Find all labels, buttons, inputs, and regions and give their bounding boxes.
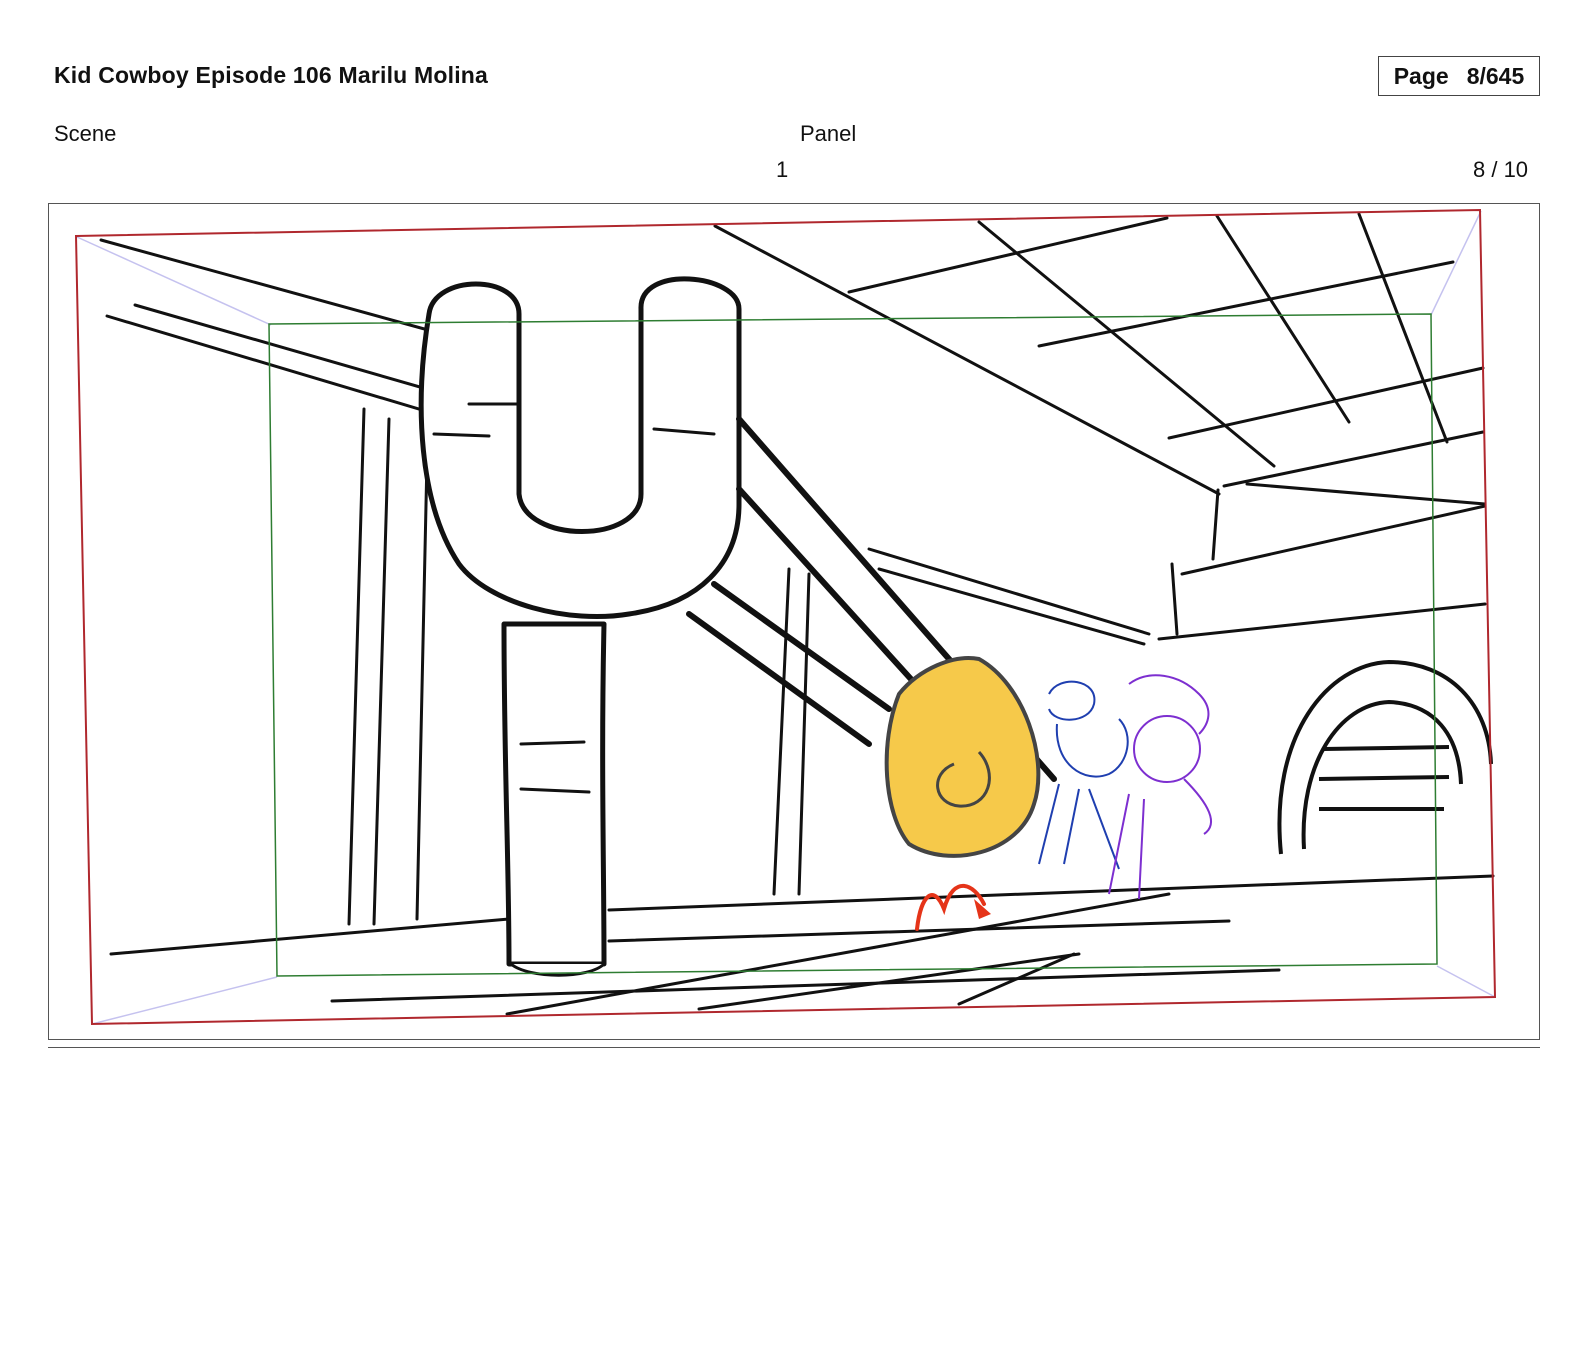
storyboard-sketch — [74, 208, 1497, 1026]
tumbleweed — [884, 656, 1041, 858]
page-indicator: Page 8/645 — [1378, 56, 1540, 96]
scene-label: Scene — [54, 121, 117, 146]
panel-number: 8 / 10 — [1473, 157, 1529, 182]
document-title: Kid Cowboy Episode 106 Marilu Molina — [54, 62, 489, 88]
floor-lines — [109, 874, 1495, 1016]
panel-underline — [48, 1047, 1540, 1048]
motion-arrow — [915, 883, 986, 931]
marilu-sketch — [1108, 674, 1213, 900]
panel-label: Panel — [800, 121, 857, 146]
scene-number: 1 — [776, 157, 789, 182]
storyboard-panel-frame — [48, 203, 1540, 1040]
background-arch — [1277, 659, 1493, 855]
page-number: 8/645 — [1466, 62, 1525, 89]
background-structure — [99, 212, 1487, 926]
cactus — [418, 276, 742, 977]
page-label: Page — [1393, 62, 1449, 89]
